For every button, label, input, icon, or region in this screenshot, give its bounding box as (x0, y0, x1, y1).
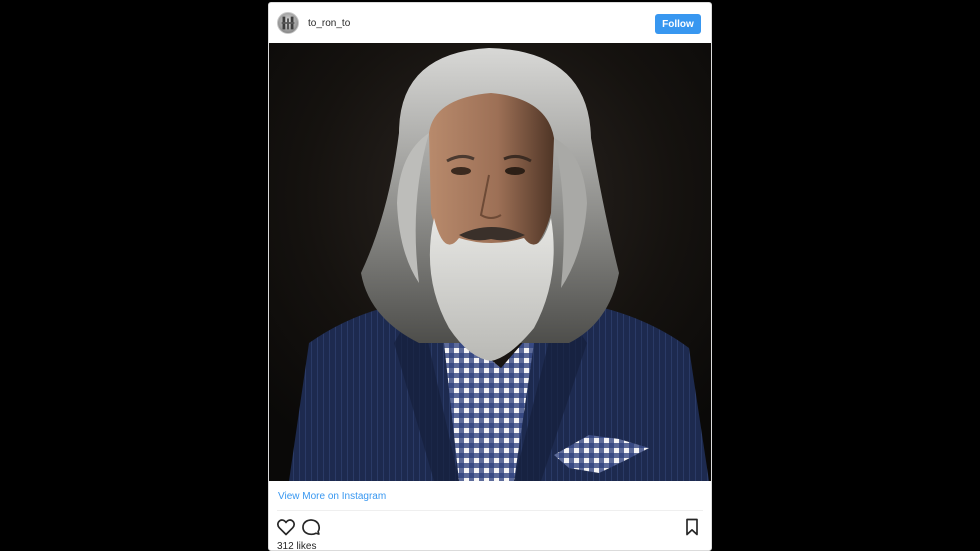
page-background: to_ron_to Follow View More on Instagram … (0, 0, 980, 551)
divider (277, 510, 703, 511)
avatar[interactable] (277, 12, 299, 34)
bookmark-icon[interactable] (682, 517, 702, 537)
view-more-link[interactable]: View More on Instagram (278, 491, 386, 502)
post-photo[interactable] (269, 43, 711, 481)
follow-button[interactable]: Follow (655, 14, 701, 34)
heart-icon[interactable] (276, 517, 296, 537)
likes-count: 312 likes (277, 541, 317, 551)
post-actions (269, 514, 711, 538)
instagram-embed: to_ron_to Follow View More on Instagram … (268, 2, 712, 551)
post-header: to_ron_to Follow (269, 3, 711, 43)
comment-icon[interactable] (301, 517, 321, 537)
username-link[interactable]: to_ron_to (308, 18, 350, 29)
